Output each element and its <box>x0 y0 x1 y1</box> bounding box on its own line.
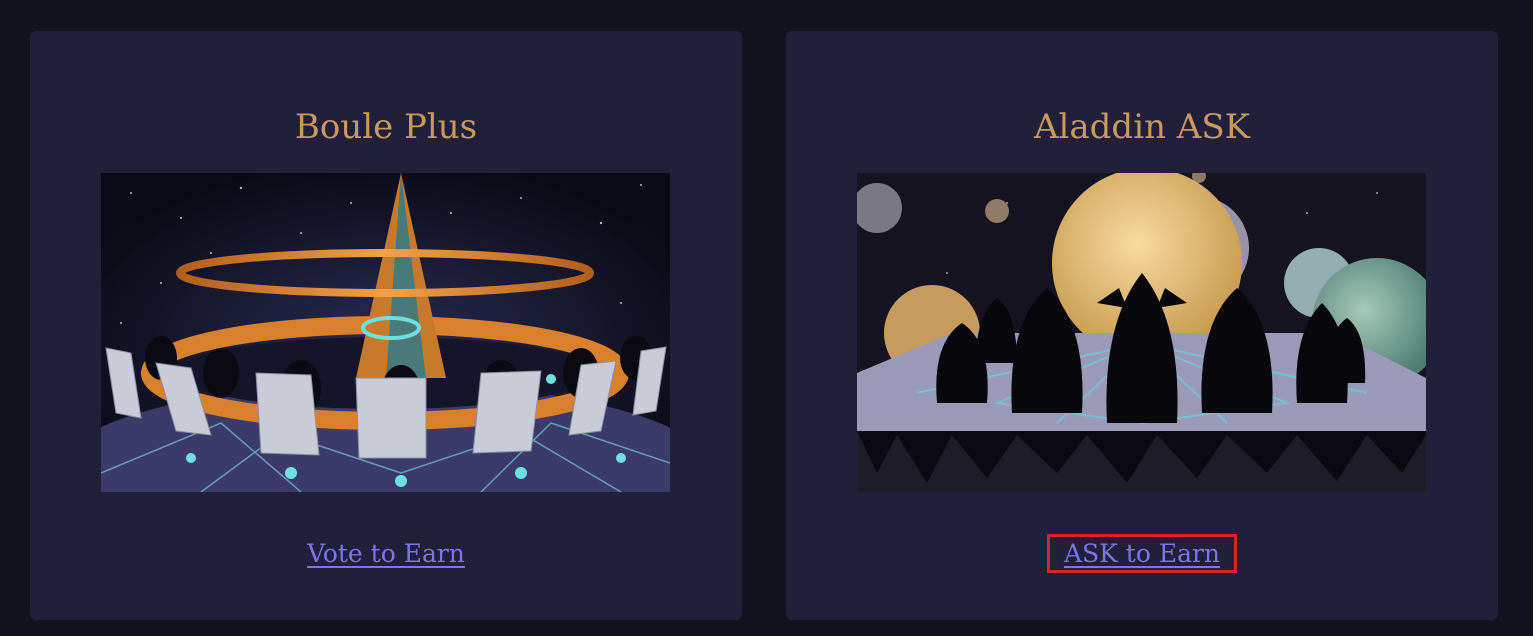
vote-to-earn-link[interactable]: Vote to Earn <box>293 537 479 570</box>
aladdin-ask-image <box>857 173 1426 492</box>
boule-plus-card: Boule Plus Vote to Earn <box>30 31 742 620</box>
obelisk-artwork <box>101 173 670 492</box>
ask-to-earn-link[interactable]: ASK to Earn <box>1046 534 1238 573</box>
card-title-aladdin-ask: Aladdin ASK <box>1033 107 1251 147</box>
card-title-boule-plus: Boule Plus <box>294 107 478 147</box>
aladdin-ask-card: Aladdin ASK ASK to Earn <box>786 31 1498 620</box>
boule-plus-image <box>101 173 670 492</box>
planets-artwork <box>857 173 1426 492</box>
